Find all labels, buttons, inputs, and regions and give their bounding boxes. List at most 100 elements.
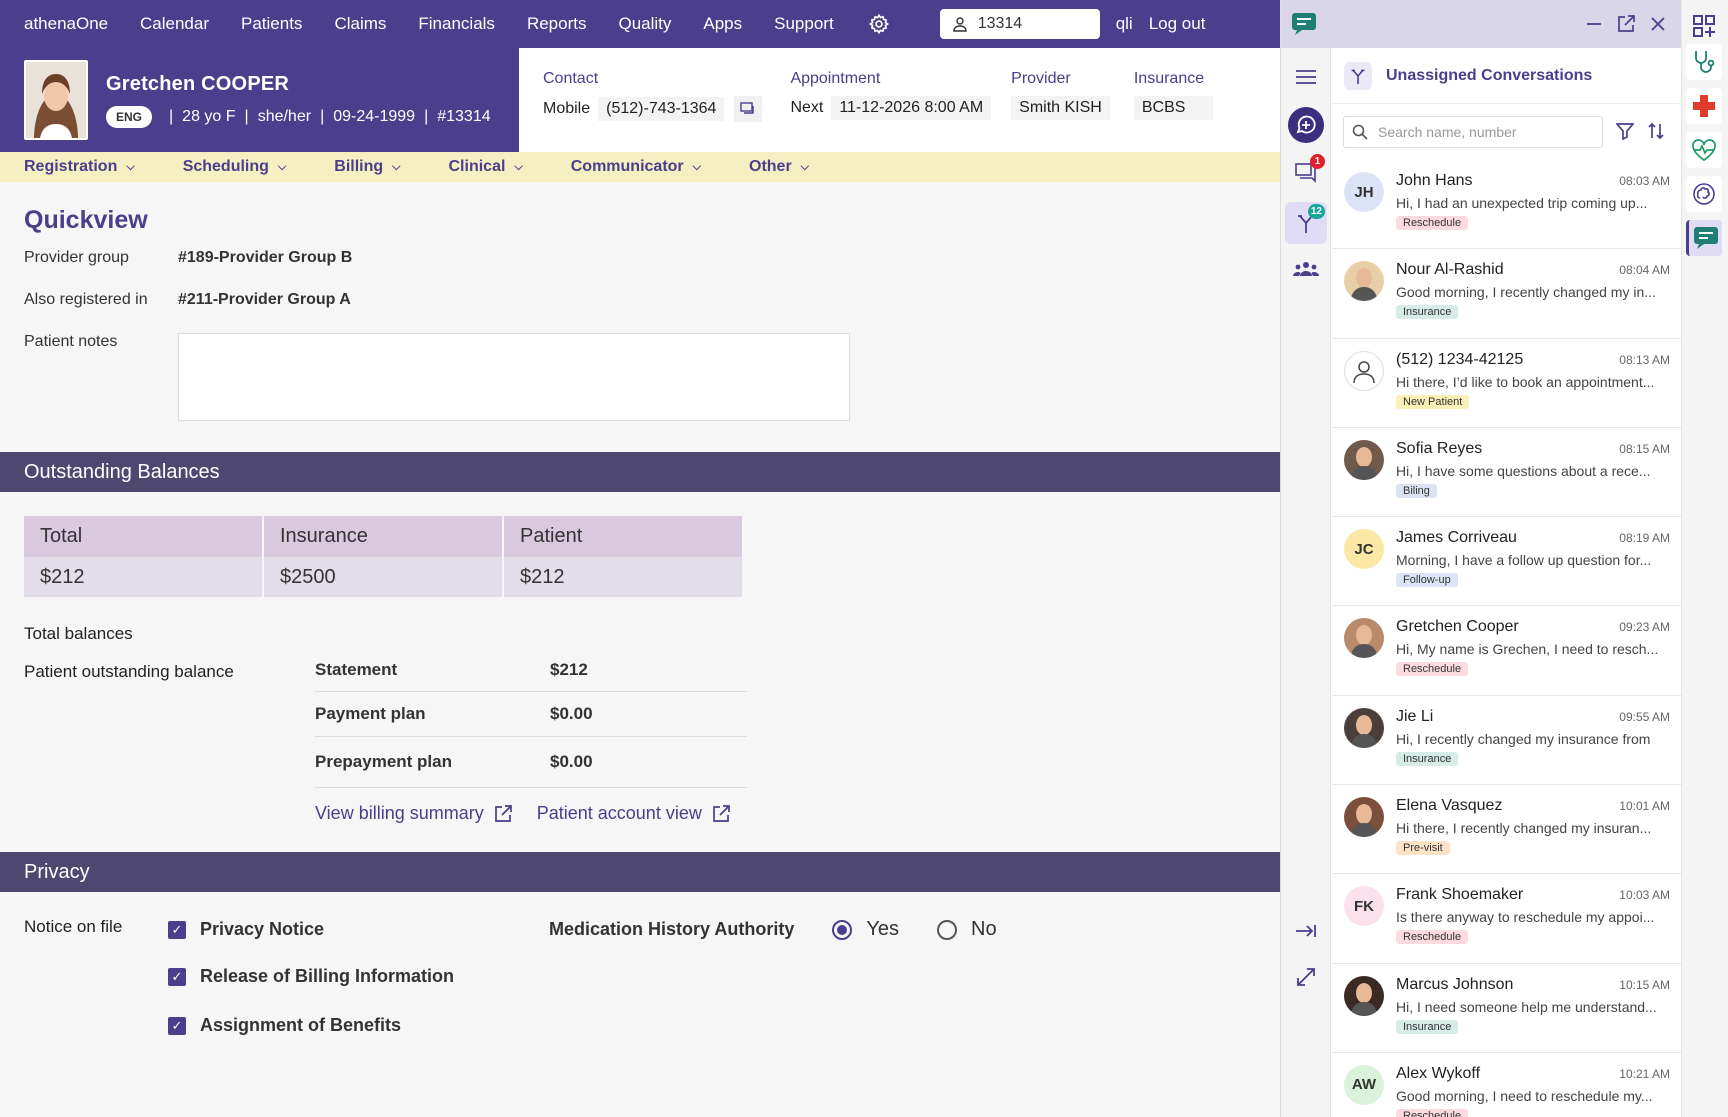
provider-column: Provider Smith KISH [1011,70,1110,152]
current-user[interactable]: qli [1116,14,1133,34]
new-chat-icon[interactable] [1285,104,1327,146]
filter-icon[interactable] [1616,122,1634,140]
conversation-panel: 1 12 Unassigned Conversations Search nam… [1280,0,1682,1117]
conversation-item[interactable]: JH John Hans 08:03 AM Hi, I had an unexpect… [1332,160,1682,250]
nav-calendar[interactable]: Calendar [140,14,209,34]
nav-financials[interactable]: Financials [418,14,495,34]
conversation-item[interactable]: AW Alex Wykoff 10:21 AM Good morning, I nee… [1332,1053,1682,1117]
privacy-notice-checkbox[interactable]: ✓ Privacy Notice [168,919,454,940]
privacy-header: Privacy [0,852,1280,892]
checkmark-icon: ✓ [168,1016,186,1035]
view-billing-summary-label: View billing summary [315,803,484,823]
conversation-search-input[interactable]: Search name, number [1343,116,1603,148]
logout-link[interactable]: Log out [1149,14,1206,34]
medical-cross-icon[interactable] [1686,88,1722,124]
provider-value[interactable]: Smith KISH [1011,96,1110,120]
gear-icon[interactable] [868,13,890,35]
conversation-preview: Is there anyway to reschedule my appoi..… [1396,909,1655,926]
billing-links: View billing summary Patient account vie… [315,803,755,824]
conversation-item[interactable]: Nour Al-Rashid 08:04 AM Good morning, I re… [1332,249,1682,339]
nav-patients[interactable]: Patients [241,14,302,34]
conversation-item[interactable]: Jie Li 09:55 AM Hi, I recently changed my … [1332,696,1682,786]
sort-icon[interactable] [1648,122,1664,140]
chat-icon[interactable] [734,96,763,122]
grid-icon[interactable] [1686,8,1722,44]
nav-claims[interactable]: Claims [334,14,386,34]
subnav-registration-label: Registration [24,158,118,175]
conversation-time: 09:55 AM [1619,709,1670,724]
popout-icon[interactable] [1617,15,1635,33]
assignment-benefits-checkbox[interactable]: ✓ Assignment of Benefits [168,1015,454,1036]
subnav-scheduling[interactable]: Scheduling ⌵ [183,158,287,176]
patient-search-input[interactable]: 13314 [939,9,1100,39]
subnav-registration[interactable]: Registration ⌵ [24,158,135,176]
conversation-tag: Insurance [1396,751,1459,766]
conversation-preview: Good morning, I need to reschedule my... [1396,1087,1653,1104]
appointment-column: Appointment Next 11-12-2026 8:00 AM [790,70,992,152]
conversation-name: Alex Wykoff [1396,1064,1481,1082]
branch-icon[interactable]: 12 [1285,202,1327,244]
group-icon[interactable] [1285,248,1327,290]
view-billing-summary-link[interactable]: View billing summary [315,803,512,824]
mha-no-radio[interactable]: No [937,918,997,941]
subnav-communicator[interactable]: Communicator ⌵ [571,158,701,176]
subnav-scheduling-label: Scheduling [182,158,269,175]
brain-icon[interactable] [1686,176,1722,212]
conversation-item[interactable]: FK Frank Shoemaker 10:03 AM Is there anyway… [1332,874,1682,964]
conversation-item[interactable]: Marcus Johnson 10:15 AM Hi, I need someone… [1332,964,1682,1053]
balance-insurance: $2500 [264,557,502,597]
heart-monitor-icon[interactable] [1686,132,1722,168]
conversation-preview: Hi, I need someone help me understand... [1396,998,1657,1015]
chat-app-icon[interactable] [1686,220,1722,256]
conversation-tools [1616,122,1664,140]
subnav-other[interactable]: Other ⌵ [749,158,809,176]
expand-icon[interactable] [1285,956,1327,998]
patient-name: Gretchen COOPER [106,72,290,95]
notice-on-file-label: Notice on file [24,917,123,936]
hamburger-icon[interactable] [1285,56,1327,98]
user-icon [1353,360,1375,383]
patient-info-columns: Contact Mobile (512)-743-1364 Appointmen… [519,48,1280,152]
nav-apps[interactable]: Apps [703,14,742,34]
insurance-value[interactable]: BCBS [1133,96,1214,120]
conversation-name: Jie Li [1396,707,1434,725]
provider-group-value: #189-Provider Group B [178,249,353,266]
messages-icon[interactable]: 1 [1285,152,1327,194]
minimize-icon[interactable] [1585,15,1603,33]
conversation-preview: Hi, I had an unexpected trip coming up..… [1396,195,1648,211]
subnav-billing[interactable]: Billing ⌵ [334,158,400,176]
conversation-item[interactable]: JC James Corriveau 08:19 AM Morning, I have… [1332,517,1682,607]
conversation-tag: Biling [1396,483,1437,498]
conversation-tag: Reschedule [1396,662,1469,677]
nav-support[interactable]: Support [774,14,834,34]
sub-navigation: Registration ⌵ Scheduling ⌵ Billing ⌵ Clini… [0,152,1280,182]
conversation-item[interactable]: Gretchen Cooper 09:23 AM Hi, My name is Gr… [1332,606,1682,696]
chevron-down-icon: ⌵ [277,160,287,173]
patient-account-view-link[interactable]: Patient account view [537,803,730,824]
checkmark-icon: ✓ [168,920,186,939]
nav-reports[interactable]: Reports [527,14,587,34]
patient-notes-input[interactable] [178,333,850,421]
subnav-clinical[interactable]: Clinical ⌵ [449,158,523,176]
appointment-value[interactable]: 11-12-2026 8:00 AM [831,96,992,120]
appointment-label: Appointment [790,70,881,87]
mha-yes-radio[interactable]: Yes [832,918,899,941]
conversation-item[interactable]: Sofia Reyes 08:15 AM Hi, I have some quest… [1332,428,1682,518]
release-billing-label: Release of Billing Information [200,966,455,986]
conversation-preview: Morning, I have a follow up question for… [1396,552,1652,569]
conversation-item[interactable]: Elena Vasquez 10:01 AM Hi there, I recentl… [1332,785,1682,875]
release-billing-checkbox[interactable]: ✓ Release of Billing Information [168,966,454,987]
close-icon[interactable] [1649,15,1667,33]
prepayment-plan-row: Prepayment plan $0.00 [315,737,747,788]
messages-badge: 1 [1310,154,1325,169]
mha-no-label: No [971,918,997,940]
patient-account-view-label: Patient account view [536,803,702,823]
stethoscope-icon[interactable] [1686,44,1722,80]
nav-quality[interactable]: Quality [618,14,671,34]
contact-phone[interactable]: (512)-743-1364 [598,97,725,121]
brand-logo[interactable]: athenaOne [0,14,140,34]
collapse-panel-icon[interactable] [1285,910,1327,952]
conversation-item[interactable]: (512) 1234-42125 08:13 AM Hi there, I’d li… [1332,339,1682,428]
appointment-type: Next [790,99,824,116]
mha-yes-label: Yes [866,918,899,940]
